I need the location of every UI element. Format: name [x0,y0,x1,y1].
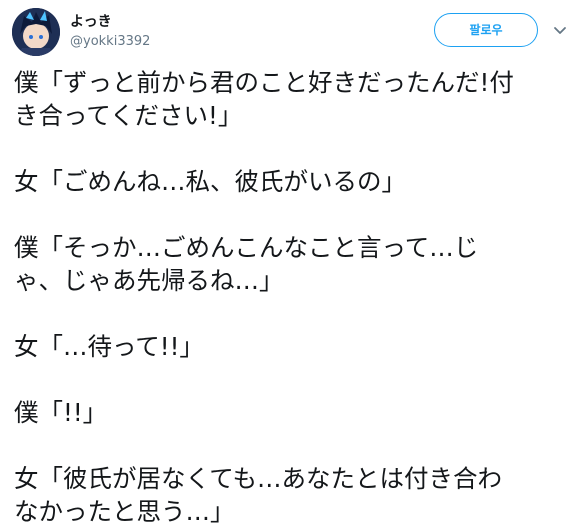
tweet-line: き合ってください!」 [14,101,243,130]
author-display-name[interactable]: よっき [70,13,150,31]
tweet-line: 女「彼氏が居なくても…あなたとは付き合わ [14,464,503,493]
tweet-line: 僕「!!」 [14,398,108,427]
tweet-line: ゃ、じゃあ先帰るね…」 [14,266,284,295]
author-handle[interactable]: @yokki3392 [70,33,150,51]
tweet-text: 僕「ずっと前から君のこと好きだったんだ!付 き合ってください!」 女「ごめんね…… [14,66,574,527]
tweet-line: 僕「ずっと前から君のこと好きだったんだ!付 [14,68,514,97]
follow-button[interactable]: 팔로우 [434,13,538,47]
avatar-image [12,8,60,56]
tweet-card: よっき @yokki3392 팔로우 僕「ずっと前から君のこと好きだったんだ!付… [0,0,585,527]
avatar[interactable] [12,8,60,56]
tweet-line: なかったと思う…」 [14,497,235,526]
tweet-line: 女「…待って!!」 [14,332,204,361]
author-info[interactable]: よっき @yokki3392 [70,13,150,51]
tweet-line: 僕「そっか…ごめんこんなこと言って…じ [14,233,479,262]
tweet-header: よっき @yokki3392 팔로우 [12,8,573,60]
tweet-line: 女「ごめんね…私、彼氏がいるの」 [14,167,406,196]
chevron-down-icon[interactable] [550,20,570,40]
